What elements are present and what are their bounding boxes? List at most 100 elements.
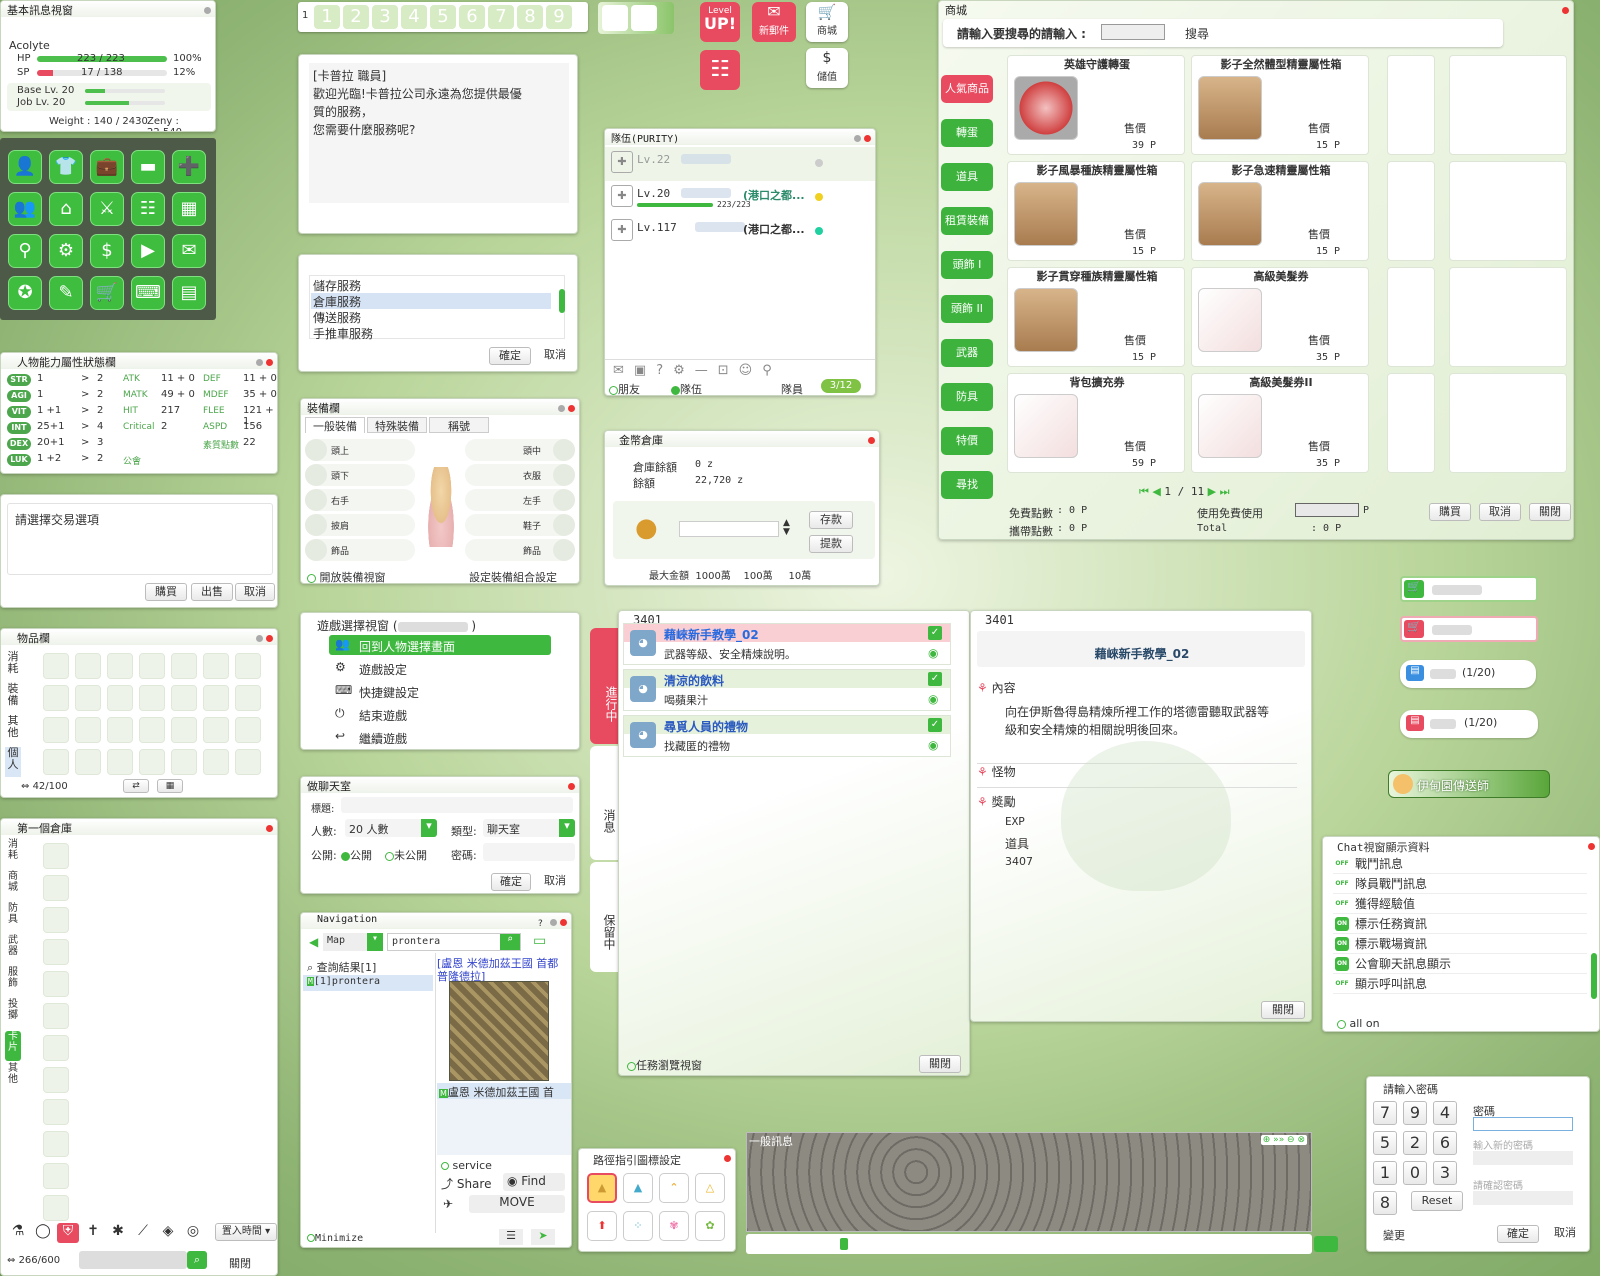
inventory-slot[interactable] xyxy=(203,685,229,711)
cancel-button[interactable]: 取消 xyxy=(1479,503,1521,521)
first-page-icon[interactable]: ⏮ xyxy=(1139,485,1149,498)
briefcase-icon[interactable]: 💼 xyxy=(90,150,124,184)
change-button[interactable]: 變更 xyxy=(1383,1227,1405,1243)
eye-icon[interactable]: ◉ xyxy=(928,738,938,752)
arrow-yellow-icon[interactable]: ▲ xyxy=(587,1173,617,1203)
storage-slot[interactable] xyxy=(43,1067,69,1093)
close-icon[interactable] xyxy=(560,919,567,926)
minimize-icon[interactable] xyxy=(854,135,861,142)
inventory-slot[interactable] xyxy=(235,717,261,743)
toggle-switch[interactable]: OFF xyxy=(1335,897,1349,911)
move-button[interactable]: MOVE xyxy=(469,1195,565,1213)
type-select[interactable]: 聊天室 ▾ xyxy=(483,819,575,837)
sword-icon[interactable]: ✝ xyxy=(82,1223,104,1243)
inventory-slot[interactable] xyxy=(171,653,197,679)
password-input[interactable] xyxy=(1473,1117,1573,1131)
eye-icon[interactable]: ◉ xyxy=(928,646,938,660)
public-radio[interactable]: 公開 xyxy=(341,847,372,863)
shop-item-card[interactable]: 影子急速精靈屬性箱 售價 15 P xyxy=(1191,161,1369,261)
confirm-password-input[interactable] xyxy=(1473,1191,1573,1205)
checkbox-icon[interactable]: ✓ xyxy=(928,626,942,640)
quick-slot[interactable] xyxy=(631,5,657,31)
inventory-slot[interactable] xyxy=(75,717,101,743)
shop-item-card[interactable]: 影子風暴種族精靈屬性箱 售價 15 P xyxy=(1007,161,1185,261)
equip-set-button[interactable]: 設定裝備組合設定 xyxy=(469,569,557,583)
cancel-button[interactable]: 取消 xyxy=(1545,1225,1585,1243)
quest-clipboard-icon[interactable]: ☷ xyxy=(700,50,740,90)
shop-category-tab[interactable]: 租賃裝備 xyxy=(941,207,993,235)
room-title-input[interactable] xyxy=(341,797,573,813)
paw-icon[interactable]: ✾ xyxy=(659,1211,689,1241)
inventory-slot[interactable] xyxy=(107,653,133,679)
shop-search-input[interactable] xyxy=(1101,24,1165,40)
buying-shop-1[interactable]: 🛒 xyxy=(1400,616,1538,642)
result-item[interactable]: M[1]prontera xyxy=(303,975,433,991)
chat-input[interactable] xyxy=(746,1234,1312,1254)
shop-category-tab[interactable]: 人氣商品 xyxy=(941,75,993,103)
shop-category-tab[interactable]: 特價 xyxy=(941,427,993,455)
next-page-icon[interactable]: ▶ xyxy=(1208,485,1216,498)
keypad-key[interactable]: 5 xyxy=(1373,1131,1397,1155)
checkbox-icon[interactable]: ✓ xyxy=(928,718,942,732)
deposit-button[interactable]: 存款 xyxy=(809,511,853,529)
inventory-slot[interactable] xyxy=(107,749,133,775)
amount-1m[interactable]: 100萬 xyxy=(744,571,773,582)
quest-item[interactable]: ◕ 尋覓人員的禮物 找藏匿的禮物 ✓ ◉ xyxy=(623,715,951,757)
map-thumbnail[interactable] xyxy=(449,981,549,1081)
armor-icon[interactable]: ⛨ xyxy=(57,1223,79,1243)
open-equip-view-toggle[interactable]: 開放裝備視窗 xyxy=(307,569,386,583)
wand-icon[interactable]: ⟋ xyxy=(132,1223,154,1243)
room-password-input[interactable] xyxy=(483,843,575,861)
close-button[interactable]: 關閉 xyxy=(1529,503,1571,521)
minimize-icon[interactable] xyxy=(256,359,263,366)
hotkey-slot[interactable]: 5 xyxy=(430,5,456,29)
minus-icon[interactable]: — xyxy=(695,363,718,378)
storage-slot[interactable] xyxy=(43,1003,69,1029)
inventory-slot[interactable] xyxy=(235,749,261,775)
shop-item-card[interactable]: 影子貫穿種族精靈屬性箱 售價 15 P xyxy=(1007,267,1185,367)
chevron-up-icon[interactable]: ⌃ xyxy=(659,1173,689,1203)
amount-10m[interactable]: 1000萬 xyxy=(695,571,730,582)
close-icon[interactable] xyxy=(864,135,871,142)
storage-tab[interactable]: 其他 xyxy=(5,1063,21,1093)
triangle-icon[interactable]: △ xyxy=(695,1173,725,1203)
toggle-switch[interactable]: ON xyxy=(1335,937,1349,951)
toggle-switch[interactable]: ON xyxy=(1335,917,1349,931)
inventory-tab[interactable]: 個人 xyxy=(5,747,21,777)
storage-slot[interactable] xyxy=(43,875,69,901)
scrollbar[interactable] xyxy=(559,289,565,313)
share-button[interactable]: ⤴ Share xyxy=(441,1175,491,1192)
hotkey-slot[interactable]: 2 xyxy=(343,5,369,29)
list-icon[interactable]: ☰ xyxy=(499,1229,523,1245)
people-select[interactable]: 20 人數 ▾ xyxy=(345,819,437,837)
inventory-slot[interactable] xyxy=(203,653,229,679)
close-button[interactable]: 關閉 xyxy=(229,1255,251,1271)
service-option[interactable]: 傳送服務 xyxy=(311,309,551,325)
reset-button[interactable]: Reset xyxy=(1411,1191,1463,1211)
cancel-button[interactable]: 取消 xyxy=(235,583,275,601)
chat-icon[interactable]: ▣ xyxy=(634,363,656,378)
last-page-icon[interactable]: ⏭ xyxy=(1220,485,1230,498)
equip-tab[interactable]: 特殊裝備 xyxy=(367,417,427,433)
storage-tab[interactable]: 卡片 xyxy=(5,1031,21,1061)
mode-select[interactable]: Map ▾ xyxy=(323,933,383,951)
close-button[interactable]: 關閉 xyxy=(919,1055,961,1073)
storage-slot[interactable] xyxy=(43,1099,69,1125)
close-icon[interactable] xyxy=(568,405,575,412)
inventory-tab[interactable]: 消耗 xyxy=(5,651,21,681)
close-icon[interactable] xyxy=(266,359,273,366)
ok-button[interactable]: 確定 xyxy=(489,347,531,365)
buy-button[interactable]: 購買 xyxy=(145,583,187,601)
toggle-switch[interactable]: OFF xyxy=(1335,977,1349,991)
toggle-switch[interactable]: OFF xyxy=(1335,877,1349,891)
quick-slot[interactable] xyxy=(602,5,628,31)
keypad-key[interactable]: 6 xyxy=(1433,1131,1457,1155)
shop-category-tab[interactable]: 防具 xyxy=(941,383,993,411)
shop-search-button[interactable]: 搜尋 xyxy=(1185,25,1209,42)
folder-icon[interactable]: ▭ xyxy=(533,933,546,949)
chat-room-bubble-2[interactable]: ▤ (1/20) xyxy=(1400,710,1538,738)
inventory-slot[interactable] xyxy=(235,653,261,679)
inventory-slot[interactable] xyxy=(75,653,101,679)
game-menu-item[interactable]: 👥 回到人物選擇畫面 xyxy=(329,635,551,655)
stat-raise-arrow[interactable]: > xyxy=(81,421,89,432)
